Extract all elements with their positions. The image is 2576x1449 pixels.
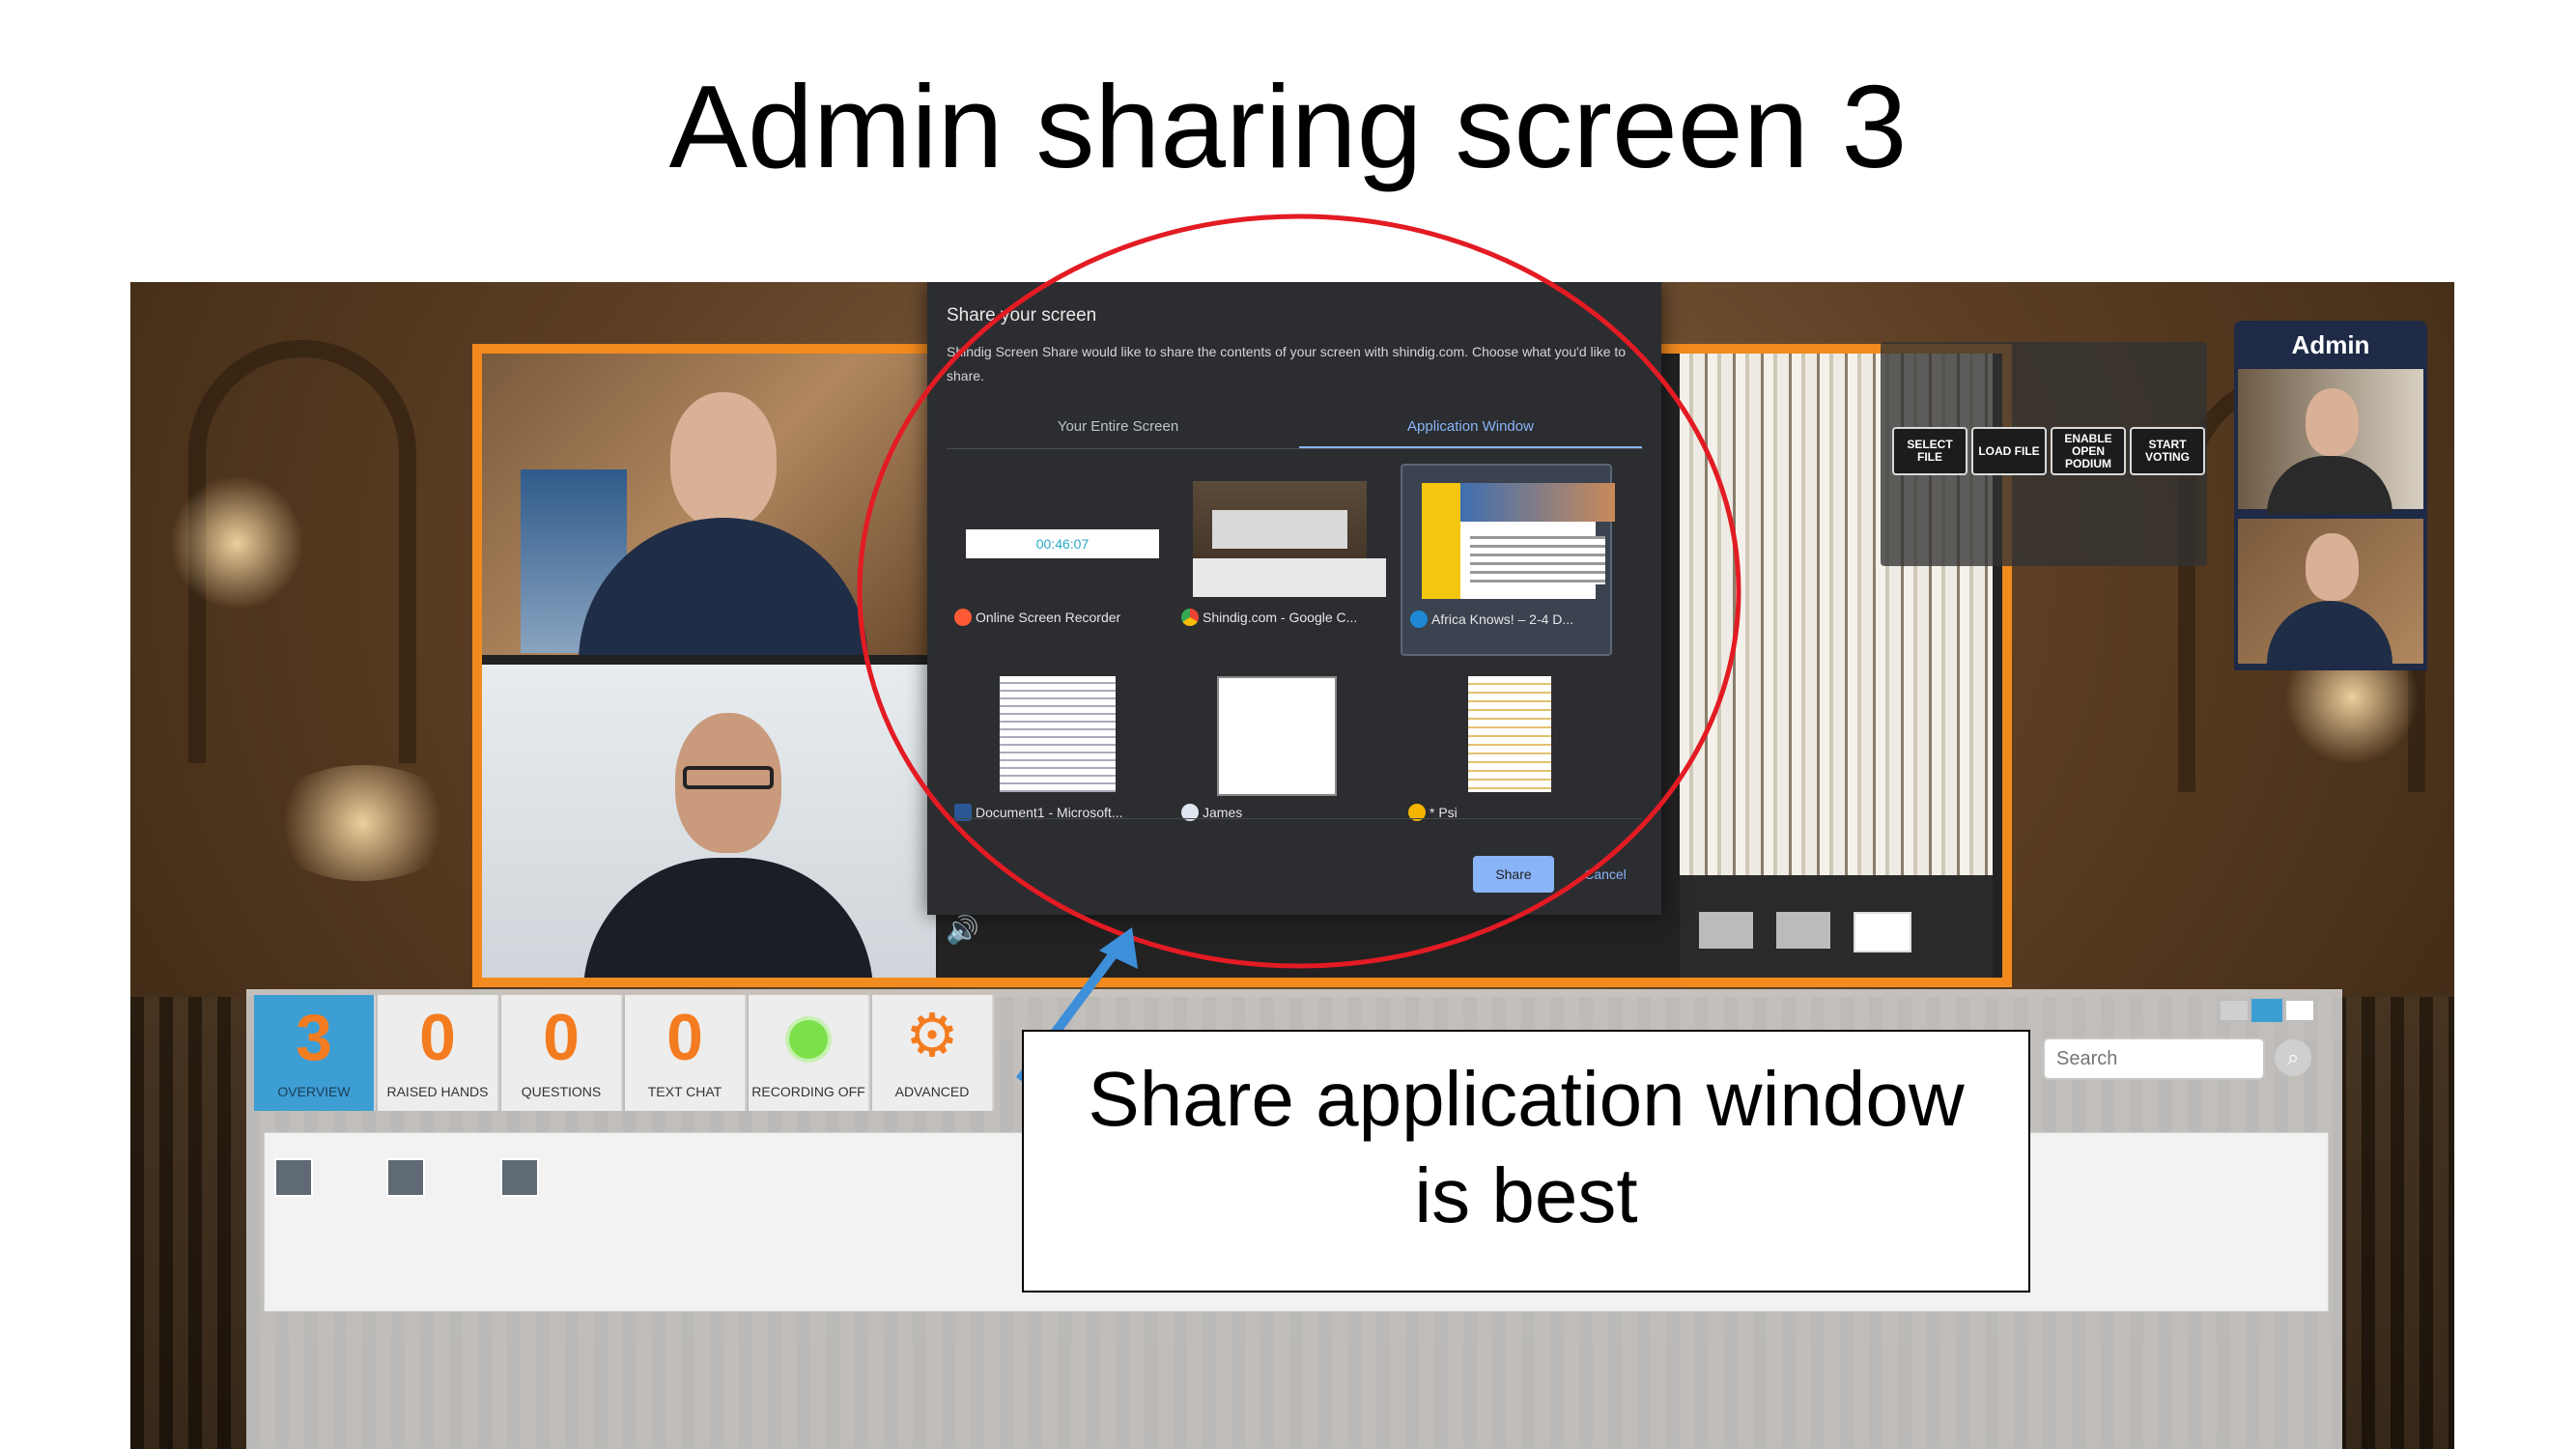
callout-line-2: is best: [1414, 1152, 1638, 1238]
callout-line-1: Share application window: [1088, 1056, 1965, 1142]
annotation-callout: Share application window is best: [1022, 1030, 2030, 1293]
highlight-circle: [857, 213, 1741, 969]
